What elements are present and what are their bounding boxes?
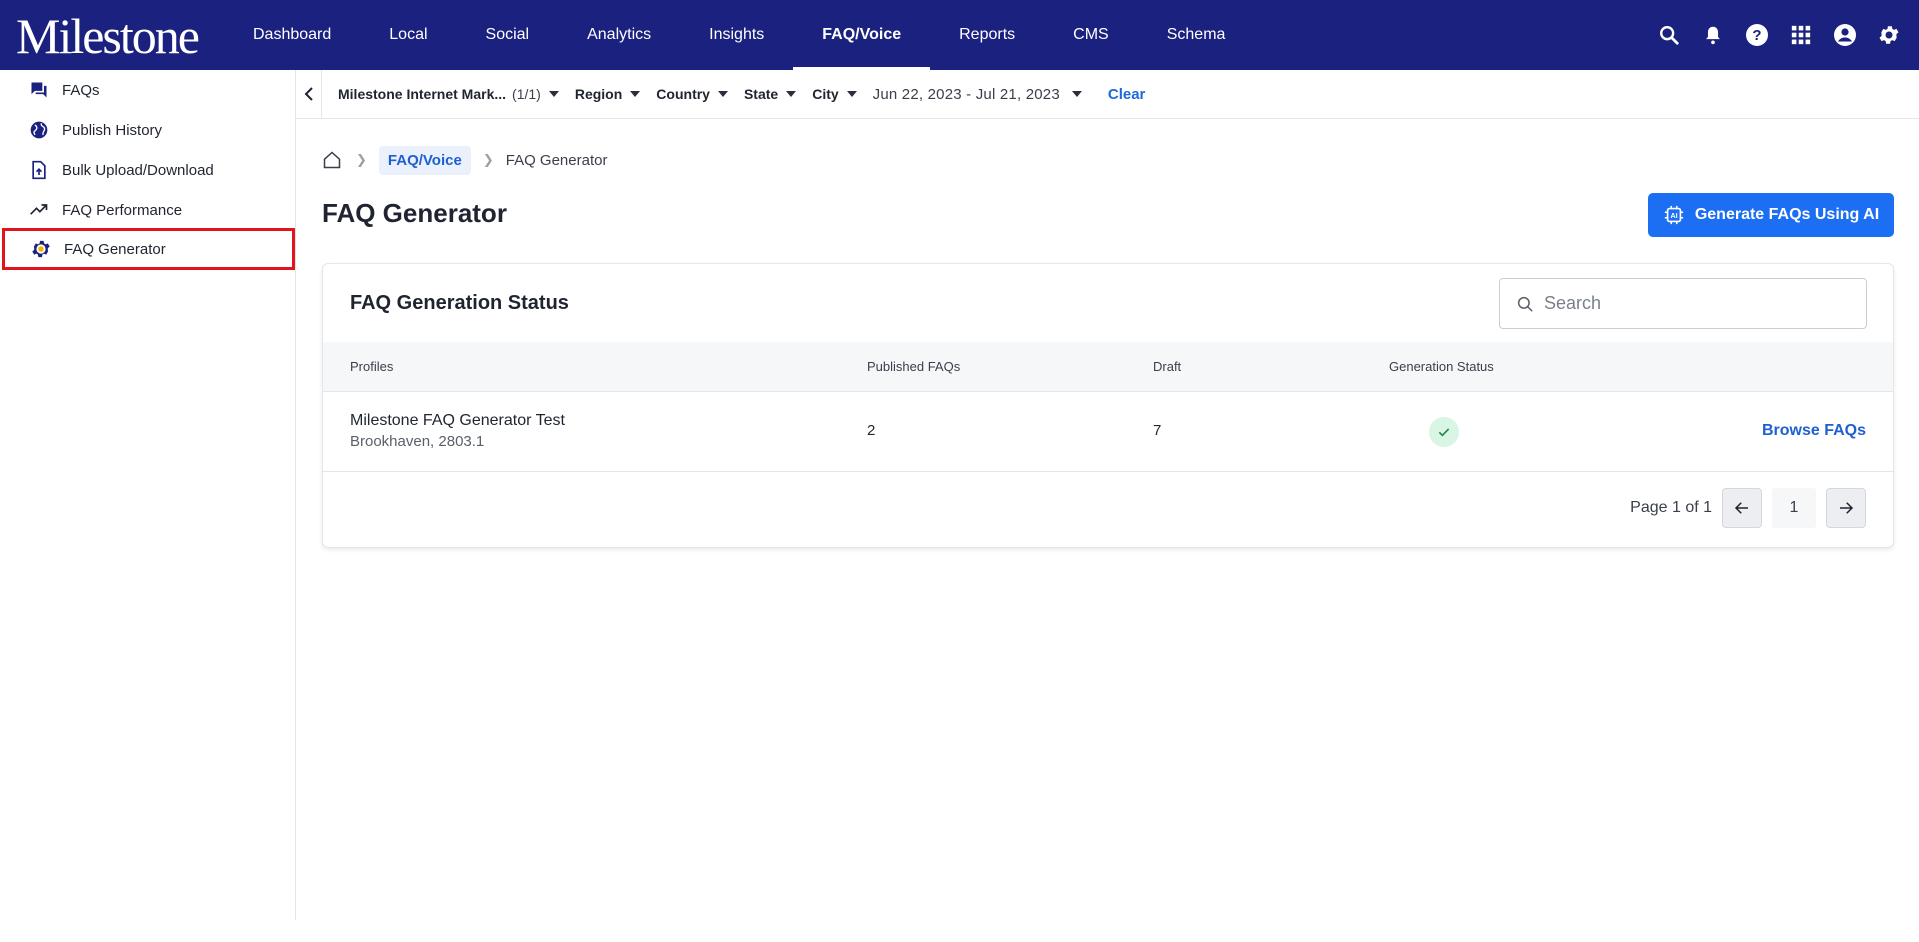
sidebar-item-label: FAQ Performance bbox=[62, 201, 183, 219]
account-icon[interactable] bbox=[1833, 23, 1857, 47]
nav-social[interactable]: Social bbox=[457, 0, 559, 70]
city-filter-label: City bbox=[812, 86, 839, 102]
ai-chip-icon: AI bbox=[1663, 204, 1685, 226]
top-navbar: Milestone Dashboard Local Social Analyti… bbox=[0, 0, 1919, 70]
bell-icon[interactable] bbox=[1701, 23, 1725, 47]
arrow-left-icon bbox=[1734, 502, 1748, 514]
country-filter-label: Country bbox=[656, 86, 710, 102]
gear-star-icon bbox=[30, 238, 52, 260]
region-filter[interactable]: Region bbox=[574, 86, 641, 102]
card-title: FAQ Generation Status bbox=[350, 292, 569, 314]
home-icon[interactable] bbox=[322, 149, 344, 171]
prev-page-button[interactable] bbox=[1722, 488, 1762, 528]
nav-dashboard[interactable]: Dashboard bbox=[224, 0, 360, 70]
main-nav: Dashboard Local Social Analytics Insight… bbox=[224, 0, 1254, 70]
filters: Milestone Internet Mark... (1/1) Region … bbox=[338, 86, 1145, 103]
arrow-right-icon bbox=[1840, 502, 1854, 514]
clear-filters-button[interactable]: Clear bbox=[1108, 86, 1146, 103]
faq-generation-status-card: FAQ Generation Status Profiles Published… bbox=[322, 263, 1894, 548]
col-draft[interactable]: Draft bbox=[1153, 359, 1181, 374]
milestone-logo[interactable]: Milestone bbox=[16, 8, 200, 64]
state-filter[interactable]: State bbox=[743, 86, 797, 102]
business-filter-count: (1/1) bbox=[512, 86, 541, 102]
sidebar-item-label: Bulk Upload/Download bbox=[62, 161, 214, 179]
sidebar-item-bulk-upload-download[interactable]: Bulk Upload/Download bbox=[0, 150, 294, 190]
chevron-right-icon: ❯ bbox=[482, 152, 494, 167]
nav-analytics[interactable]: Analytics bbox=[558, 0, 680, 70]
business-filter[interactable]: Milestone Internet Mark... (1/1) bbox=[338, 86, 559, 102]
globe-icon bbox=[28, 119, 50, 141]
region-filter-label: Region bbox=[574, 86, 623, 102]
sidebar-item-faqs[interactable]: FAQs bbox=[0, 70, 294, 110]
top-icon-group: ? bbox=[1657, 0, 1901, 70]
next-page-button[interactable] bbox=[1826, 488, 1866, 528]
breadcrumb-faq-voice[interactable]: FAQ/Voice bbox=[378, 145, 471, 175]
city-filter[interactable]: City bbox=[812, 86, 857, 102]
caret-down-icon bbox=[630, 91, 641, 97]
browse-faqs-link[interactable]: Browse FAQs bbox=[1762, 422, 1866, 440]
published-faqs-count: 2 bbox=[867, 422, 876, 439]
check-icon bbox=[1429, 417, 1459, 447]
profile-location: Brookhaven, 2803.1 bbox=[350, 433, 485, 450]
caret-down-icon bbox=[1071, 91, 1082, 97]
caret-down-icon bbox=[548, 91, 559, 97]
chevron-right-icon: ❯ bbox=[356, 152, 367, 167]
search-icon[interactable] bbox=[1657, 23, 1681, 47]
page-title: FAQ Generator bbox=[322, 198, 507, 228]
svg-text:?: ? bbox=[1752, 27, 1761, 44]
file-upload-icon bbox=[28, 159, 50, 181]
caret-down-icon bbox=[717, 91, 728, 97]
nav-faq-voice[interactable]: FAQ/Voice bbox=[793, 0, 930, 70]
breadcrumb: ❯ FAQ/Voice ❯ FAQ Generator bbox=[322, 145, 607, 175]
help-icon[interactable]: ? bbox=[1745, 23, 1769, 47]
forum-icon bbox=[28, 79, 50, 101]
trending-up-icon bbox=[28, 199, 50, 221]
col-published-faqs[interactable]: Published FAQs bbox=[867, 359, 960, 374]
date-range-label: Jun 22, 2023 - Jul 21, 2023 bbox=[872, 85, 1060, 103]
sidebar-item-publish-history[interactable]: Publish History bbox=[0, 110, 294, 150]
chevron-left-icon bbox=[304, 87, 313, 101]
col-profiles[interactable]: Profiles bbox=[350, 359, 393, 374]
generate-faqs-ai-button[interactable]: AI Generate FAQs Using AI bbox=[1648, 193, 1894, 237]
state-filter-label: State bbox=[743, 86, 779, 102]
search-input[interactable] bbox=[1544, 293, 1844, 314]
collapse-sidebar-button[interactable] bbox=[296, 69, 322, 119]
table-header: Profiles Published FAQs Draft Generation… bbox=[323, 342, 1893, 392]
current-page-number[interactable]: 1 bbox=[1772, 488, 1816, 528]
page-label: Page 1 of 1 bbox=[1630, 499, 1712, 516]
sidebar-item-label: FAQ Generator bbox=[64, 240, 166, 258]
apps-grid-icon[interactable] bbox=[1789, 23, 1813, 47]
sidebar: FAQs Publish History Bulk Upload/Downloa… bbox=[0, 70, 296, 920]
business-filter-label: Milestone Internet Mark... bbox=[338, 86, 507, 102]
nav-local[interactable]: Local bbox=[360, 0, 456, 70]
caret-down-icon bbox=[786, 91, 797, 97]
table-row: Milestone FAQ Generator Test Brookhaven,… bbox=[323, 392, 1893, 472]
col-generation-status[interactable]: Generation Status bbox=[1389, 359, 1494, 374]
search-box bbox=[1499, 278, 1867, 329]
nav-reports[interactable]: Reports bbox=[930, 0, 1044, 70]
generate-faqs-ai-label: Generate FAQs Using AI bbox=[1694, 206, 1880, 223]
country-filter[interactable]: Country bbox=[656, 86, 728, 102]
draft-count: 7 bbox=[1153, 422, 1162, 439]
nav-insights[interactable]: Insights bbox=[680, 0, 793, 70]
profile-name: Milestone FAQ Generator Test bbox=[350, 412, 565, 429]
sidebar-item-faq-performance[interactable]: FAQ Performance bbox=[0, 190, 294, 230]
date-range-filter[interactable]: Jun 22, 2023 - Jul 21, 2023 bbox=[873, 86, 1082, 103]
sidebar-item-label: FAQs bbox=[62, 81, 100, 99]
search-icon bbox=[1517, 296, 1533, 311]
nav-schema[interactable]: Schema bbox=[1138, 0, 1255, 70]
pagination: Page 1 of 1 1 bbox=[1630, 488, 1866, 528]
filter-bar: Milestone Internet Mark... (1/1) Region … bbox=[296, 69, 1919, 119]
breadcrumb-current: FAQ Generator bbox=[505, 151, 608, 169]
sidebar-item-label: Publish History bbox=[62, 121, 163, 139]
caret-down-icon bbox=[846, 91, 857, 97]
nav-cms[interactable]: CMS bbox=[1044, 0, 1138, 70]
svg-text:AI: AI bbox=[1670, 211, 1677, 220]
settings-icon[interactable] bbox=[1877, 23, 1901, 47]
sidebar-item-faq-generator[interactable]: FAQ Generator bbox=[2, 228, 295, 270]
